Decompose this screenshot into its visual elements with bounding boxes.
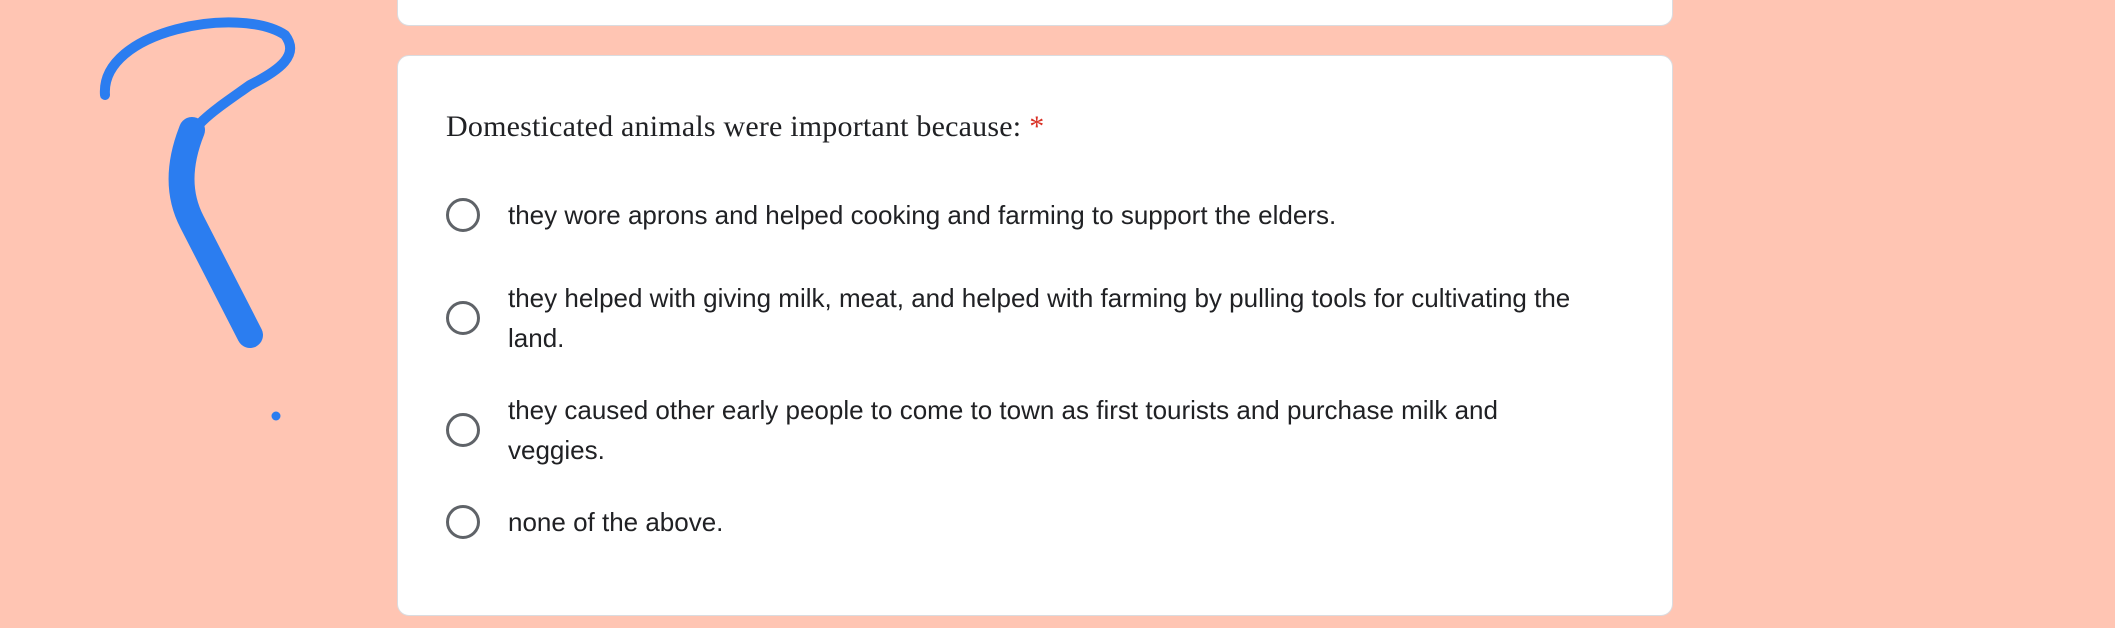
radio-button[interactable] xyxy=(446,505,480,539)
question-title: Domesticated animals were important beca… xyxy=(446,110,1044,144)
question-mark-drawing-icon xyxy=(99,17,295,421)
option-label: they caused other early people to come t… xyxy=(508,395,1498,465)
previous-question-card xyxy=(397,0,1673,26)
option-label: none of the above. xyxy=(508,507,724,537)
option-label: they wore aprons and helped cooking and … xyxy=(508,200,1337,230)
question-card: Domesticated animals were important beca… xyxy=(397,55,1673,616)
question-mark-dot-icon xyxy=(271,411,281,421)
radio-button[interactable] xyxy=(446,301,480,335)
radio-button[interactable] xyxy=(446,198,480,232)
option-label: they helped with giving milk, meat, and … xyxy=(508,283,1571,353)
answer-option-2[interactable]: they helped with giving milk, meat, and … xyxy=(446,278,1598,358)
question-title-text: Domesticated animals were important beca… xyxy=(446,110,1022,143)
answer-option-1[interactable]: they wore aprons and helped cooking and … xyxy=(446,195,1598,235)
answer-option-4[interactable]: none of the above. xyxy=(446,502,1598,542)
answer-option-3[interactable]: they caused other early people to come t… xyxy=(446,390,1598,470)
required-asterisk: * xyxy=(1029,110,1045,143)
radio-button[interactable] xyxy=(446,413,480,447)
